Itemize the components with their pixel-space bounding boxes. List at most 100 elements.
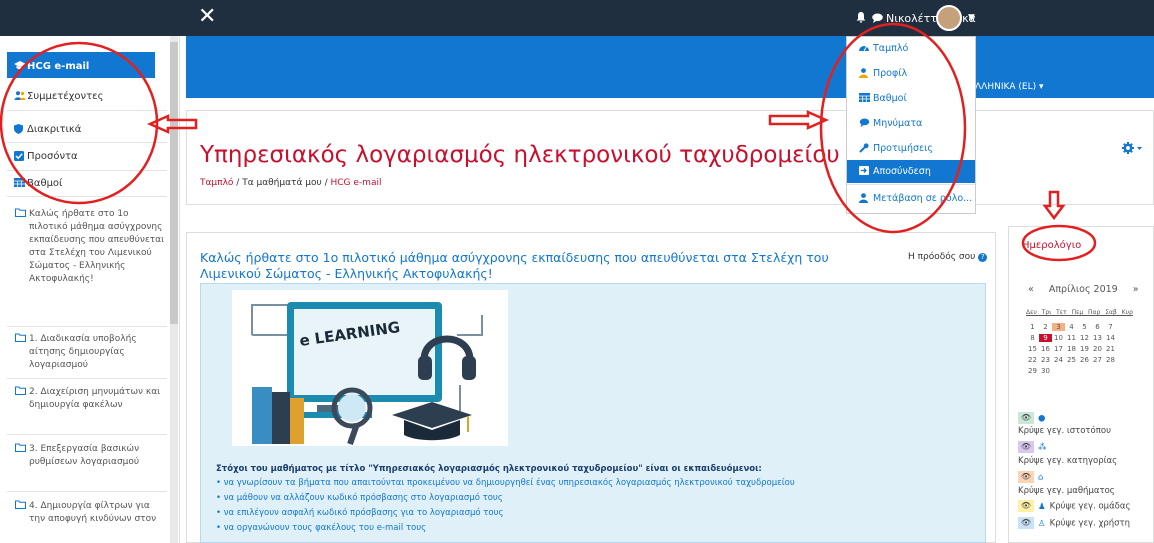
calendar-day[interactable]: 27: [1091, 356, 1104, 364]
globe-icon: ●: [1038, 413, 1046, 424]
sidebar-item-grades[interactable]: Βαθμοί: [7, 178, 167, 189]
course-navigation-drawer: HCG e-mail Συμμετέχοντες Διακριτικά Προσ…: [0, 36, 180, 543]
avatar[interactable]: [936, 5, 962, 31]
calendar-week-row: 8 9 10 11 12 13 14: [1026, 334, 1117, 342]
calendar-legend-user[interactable]: 👁 ♙ Κρύψε γεγ. χρήστη: [1018, 517, 1130, 529]
sidebar-item-hcg-email[interactable]: HCG e-mail: [7, 52, 155, 78]
sidebar-item-badges[interactable]: Διακριτικά: [7, 124, 167, 135]
help-icon[interactable]: ?: [978, 253, 988, 262]
folder-icon: [15, 386, 26, 399]
scrollbar-thumb[interactable]: [170, 42, 178, 324]
calendar-day[interactable]: 19: [1078, 345, 1091, 353]
calendar-day[interactable]: 2: [1039, 323, 1052, 331]
breadcrumb-my-courses[interactable]: Τα μαθήματά μου: [242, 178, 321, 188]
bell-icon[interactable]: [856, 12, 866, 26]
calendar-legend-category[interactable]: 👁 ⁂: [1018, 441, 1047, 453]
sidebar-section-2[interactable]: 2. Διαχείριση μηνυμάτων και δημιουργία φ…: [7, 386, 167, 412]
calendar-day[interactable]: 10: [1052, 334, 1065, 342]
sidebar-item-label: Προσόντα: [27, 151, 78, 162]
calendar-day[interactable]: 28: [1104, 356, 1117, 364]
breadcrumb-dashboard[interactable]: Ταμπλό: [200, 178, 233, 188]
language-menu[interactable]: ΛΛΗΝΙΚΑ (EL) ▾: [975, 82, 1044, 92]
calendar-day[interactable]: 15: [1026, 345, 1039, 353]
sidebar-section-label: 4. Δημιουργία φίλτρων για την αποφυγή κι…: [29, 501, 157, 524]
sidebar-section-3[interactable]: 3. Επεξεργασία βασικών ρυθμίσεων λογαρια…: [7, 443, 167, 469]
calendar-day[interactable]: 17: [1052, 345, 1065, 353]
calendar-legend-label[interactable]: Κρύψε γεγ. κατηγορίας: [1018, 456, 1117, 466]
sidebar-section-4[interactable]: 4. Δημιουργία φίλτρων για την αποφυγή κι…: [7, 500, 167, 526]
sidebar-scrollbar[interactable]: [170, 36, 178, 543]
calendar-legend-group[interactable]: 👁 ♟ Κρύψε γεγ. ομάδας: [1018, 500, 1130, 512]
gear-icon[interactable]: [1122, 142, 1142, 158]
building-icon: ⌂: [1038, 472, 1044, 483]
calendar-day[interactable]: 5: [1078, 323, 1091, 331]
progress-label: Η πρόοδός σου ?: [908, 252, 988, 262]
sidebar-section-welcome[interactable]: Καλώς ήρθατε στο 1ο πιλοτικό μάθημα ασύγ…: [7, 208, 167, 286]
calendar-legend-site[interactable]: 👁 ●: [1018, 412, 1045, 424]
chat-icon[interactable]: [872, 12, 883, 26]
calendar-day[interactable]: 9: [1039, 334, 1052, 342]
calendar-day[interactable]: 22: [1026, 356, 1039, 364]
calendar-day[interactable]: 16: [1039, 345, 1052, 353]
calendar-weekdays: Δευ Τρι Τετ Πεμ Παρ Σαβ Κυρ: [1026, 309, 1133, 316]
eye-icon: 👁: [1018, 441, 1034, 453]
calendar-day[interactable]: 11: [1065, 334, 1078, 342]
calendar-day[interactable]: 29: [1026, 367, 1039, 375]
goal-item: • να γνωρίσουν τα βήματα που απαιτούνται…: [216, 478, 795, 488]
calendar-legend-label[interactable]: Κρύψε γεγ. ιστοτόπου: [1018, 426, 1111, 436]
user-switch-icon: [859, 193, 868, 206]
users-icon: ♟: [1038, 501, 1046, 512]
calendar-prev-button[interactable]: «: [1028, 284, 1034, 295]
calendar-day[interactable]: 30: [1039, 367, 1052, 375]
calendar-day[interactable]: 7: [1104, 323, 1117, 331]
calendar-day[interactable]: 3: [1052, 323, 1065, 331]
calendar-day[interactable]: 26: [1078, 356, 1091, 364]
calendar-day[interactable]: 12: [1078, 334, 1091, 342]
section-title-welcome: Καλώς ήρθατε στο 1ο πιλοτικό μάθημα ασύγ…: [200, 250, 829, 281]
calendar-day[interactable]: 1: [1026, 323, 1039, 331]
calendar-day[interactable]: 14: [1104, 334, 1117, 342]
sidebar-section-label: Καλώς ήρθατε στο 1ο πιλοτικό μάθημα ασύγ…: [29, 209, 165, 284]
menu-item-preferences[interactable]: Προτιμήσεις: [847, 137, 975, 160]
calendar-week-row: 1234567: [1026, 323, 1117, 331]
menu-item-messages[interactable]: Μηνύματα: [847, 112, 975, 135]
goals-title: Στόχοι του μαθήματος με τίτλο "Υπηρεσιακ…: [216, 464, 762, 474]
eye-icon: 👁: [1018, 471, 1034, 483]
breadcrumb-course[interactable]: HCG e-mail: [331, 178, 382, 188]
calendar-day[interactable]: 6: [1091, 323, 1104, 331]
calendar-day[interactable]: 20: [1091, 345, 1104, 353]
close-drawer-button[interactable]: ✕: [198, 6, 216, 28]
calendar-legend-course[interactable]: 👁 ⌂: [1018, 471, 1043, 483]
chevron-down-icon[interactable]: ▼: [968, 13, 975, 23]
menu-item-label: Προτιμήσεις: [873, 143, 933, 154]
calendar-day[interactable]: 25: [1065, 356, 1078, 364]
sidebar-item-label: HCG e-mail: [27, 61, 90, 72]
user-menu-name[interactable]: Νικολέττα Κάκα: [886, 12, 976, 25]
calendar-day[interactable]: 18: [1065, 345, 1078, 353]
calendar-day[interactable]: 24: [1052, 356, 1065, 364]
sidebar-item-participants[interactable]: Συμμετέχοντες: [7, 91, 167, 102]
menu-item-logout[interactable]: Αποσύνδεση: [847, 160, 975, 183]
calendar-day[interactable]: 8: [1026, 334, 1039, 342]
users-icon: [14, 91, 26, 103]
calendar-next-button[interactable]: »: [1133, 284, 1139, 295]
calendar-day[interactable]: 13: [1091, 334, 1104, 342]
menu-item-switch-role[interactable]: Μετάβαση σε ρόλο...: [847, 187, 975, 210]
menu-item-dashboard[interactable]: Ταμπλό: [847, 37, 975, 60]
calendar-day[interactable]: 4: [1065, 323, 1078, 331]
sidebar-item-competencies[interactable]: Προσόντα: [7, 151, 167, 162]
folder-icon: [15, 443, 26, 456]
calendar-day[interactable]: 21: [1104, 345, 1117, 353]
folder-icon: [15, 500, 26, 513]
menu-item-grades[interactable]: Βαθμοί: [847, 87, 975, 110]
table-icon: [14, 178, 25, 190]
calendar-day[interactable]: 23: [1039, 356, 1052, 364]
page-title: Υπηρεσιακός λογαριασμός ηλεκτρονικού ταχ…: [200, 142, 840, 168]
calendar-legend-label[interactable]: Κρύψε γεγ. μαθήματος: [1018, 486, 1115, 496]
calendar-month-label[interactable]: Απρίλιος 2019: [1049, 284, 1118, 295]
menu-item-profile[interactable]: Προφίλ: [847, 62, 975, 85]
goal-item: • να επιλέγουν ασφαλή κωδικό πρόσβασης γ…: [216, 508, 504, 518]
eye-icon: 👁: [1018, 412, 1034, 424]
sidebar-section-1[interactable]: 1. Διαδικασία υποβολής αίτησης δημιουργί…: [7, 333, 167, 372]
eye-icon: 👁: [1018, 500, 1034, 512]
